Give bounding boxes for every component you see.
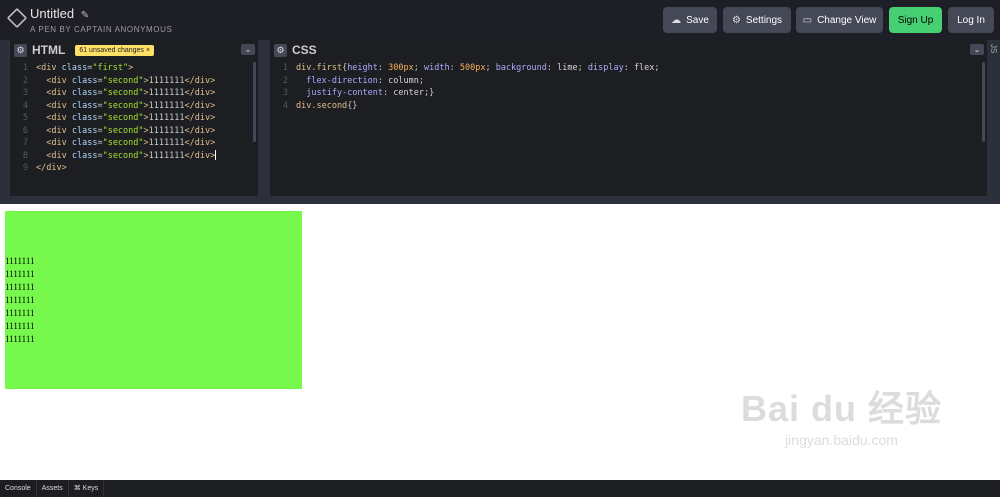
html-editor-pane: ⚙ HTML 61 unsaved changes × ⌄ 1 <div clas… bbox=[10, 40, 258, 196]
pen-title-area: Untitled ✎ A PEN BY CAPTAIN ANONYMOUS bbox=[30, 6, 172, 34]
js-pane-label: JS bbox=[989, 44, 998, 54]
cloud-icon: ☁ bbox=[671, 14, 682, 26]
html-code-editor[interactable]: 1 <div class="first"> 2 <div class="secon… bbox=[10, 62, 258, 196]
second-item: 1111111 bbox=[5, 255, 35, 266]
second-item: 1111111 bbox=[5, 268, 35, 279]
settings-label: Settings bbox=[745, 14, 783, 26]
pen-subtitle: A PEN BY CAPTAIN ANONYMOUS bbox=[30, 25, 173, 34]
css-pane-dropdown-chevron-icon[interactable]: ⌄ bbox=[970, 44, 984, 55]
css-editor-pane: ⚙ CSS ⌄ 1 div.first{height: 300px; width:… bbox=[270, 40, 987, 196]
settings-button[interactable]: ⚙ Settings bbox=[723, 7, 791, 33]
css-pane-header: ⚙ CSS ⌄ bbox=[270, 40, 987, 60]
second-item: 1111111 bbox=[5, 320, 35, 331]
console-button[interactable]: Console bbox=[0, 480, 37, 497]
second-item: 1111111 bbox=[5, 307, 35, 318]
css-settings-gear-icon[interactable]: ⚙ bbox=[274, 43, 287, 57]
text-cursor bbox=[215, 150, 217, 160]
pencil-icon[interactable]: ✎ bbox=[81, 10, 89, 21]
assets-button[interactable]: Assets bbox=[37, 480, 69, 497]
gear-icon: ⚙ bbox=[731, 14, 741, 26]
layout-icon: ▭ bbox=[802, 14, 813, 26]
html-settings-gear-icon[interactable]: ⚙ bbox=[14, 43, 27, 57]
sign-up-label: Sign Up bbox=[897, 14, 934, 26]
baidu-watermark: Bai du 经验 jingyan.baidu.com bbox=[741, 380, 942, 448]
codepen-logo-icon[interactable] bbox=[6, 7, 28, 29]
html-scrollbar[interactable] bbox=[253, 62, 256, 142]
sign-up-button[interactable]: Sign Up bbox=[889, 7, 942, 33]
unsaved-changes-badge[interactable]: 61 unsaved changes × bbox=[75, 44, 154, 56]
editor-area: ⚙ HTML 61 unsaved changes × ⌄ 1 <div clas… bbox=[0, 40, 1000, 204]
js-pane-collapsed[interactable]: JS bbox=[988, 40, 1000, 200]
log-in-label: Log In bbox=[957, 14, 985, 26]
css-pane-title: CSS bbox=[292, 43, 317, 57]
second-item: 1111111 bbox=[5, 281, 35, 292]
save-button[interactable]: ☁ Save bbox=[663, 7, 717, 33]
change-view-button[interactable]: ▭ Change View bbox=[796, 7, 883, 33]
html-pane-title: HTML bbox=[32, 43, 66, 57]
second-item: 1111111 bbox=[5, 333, 35, 344]
css-scrollbar[interactable] bbox=[982, 62, 985, 142]
save-label: Save bbox=[686, 14, 709, 26]
watermark-main: Bai du 经验 bbox=[740, 388, 942, 429]
html-pane-header: ⚙ HTML 61 unsaved changes × ⌄ bbox=[10, 40, 258, 60]
pen-title[interactable]: Untitled bbox=[30, 6, 74, 21]
watermark-sub: jingyan.baidu.com bbox=[785, 432, 898, 448]
change-view-label: Change View bbox=[817, 14, 877, 26]
first-container: 1111111 1111111 1111111 1111111 1111111 … bbox=[5, 211, 302, 389]
html-pane-dropdown-chevron-icon[interactable]: ⌄ bbox=[241, 44, 255, 55]
keys-button[interactable]: ⌘ Keys bbox=[69, 480, 105, 497]
log-in-button[interactable]: Log In bbox=[948, 7, 994, 33]
css-code-editor[interactable]: 1 div.first{height: 300px; width: 500px; … bbox=[270, 62, 987, 196]
second-item: 1111111 bbox=[5, 294, 35, 305]
top-header: Untitled ✎ A PEN BY CAPTAIN ANONYMOUS ☁ … bbox=[0, 0, 1000, 40]
bottom-bar: Console Assets ⌘ Keys bbox=[0, 480, 1000, 497]
